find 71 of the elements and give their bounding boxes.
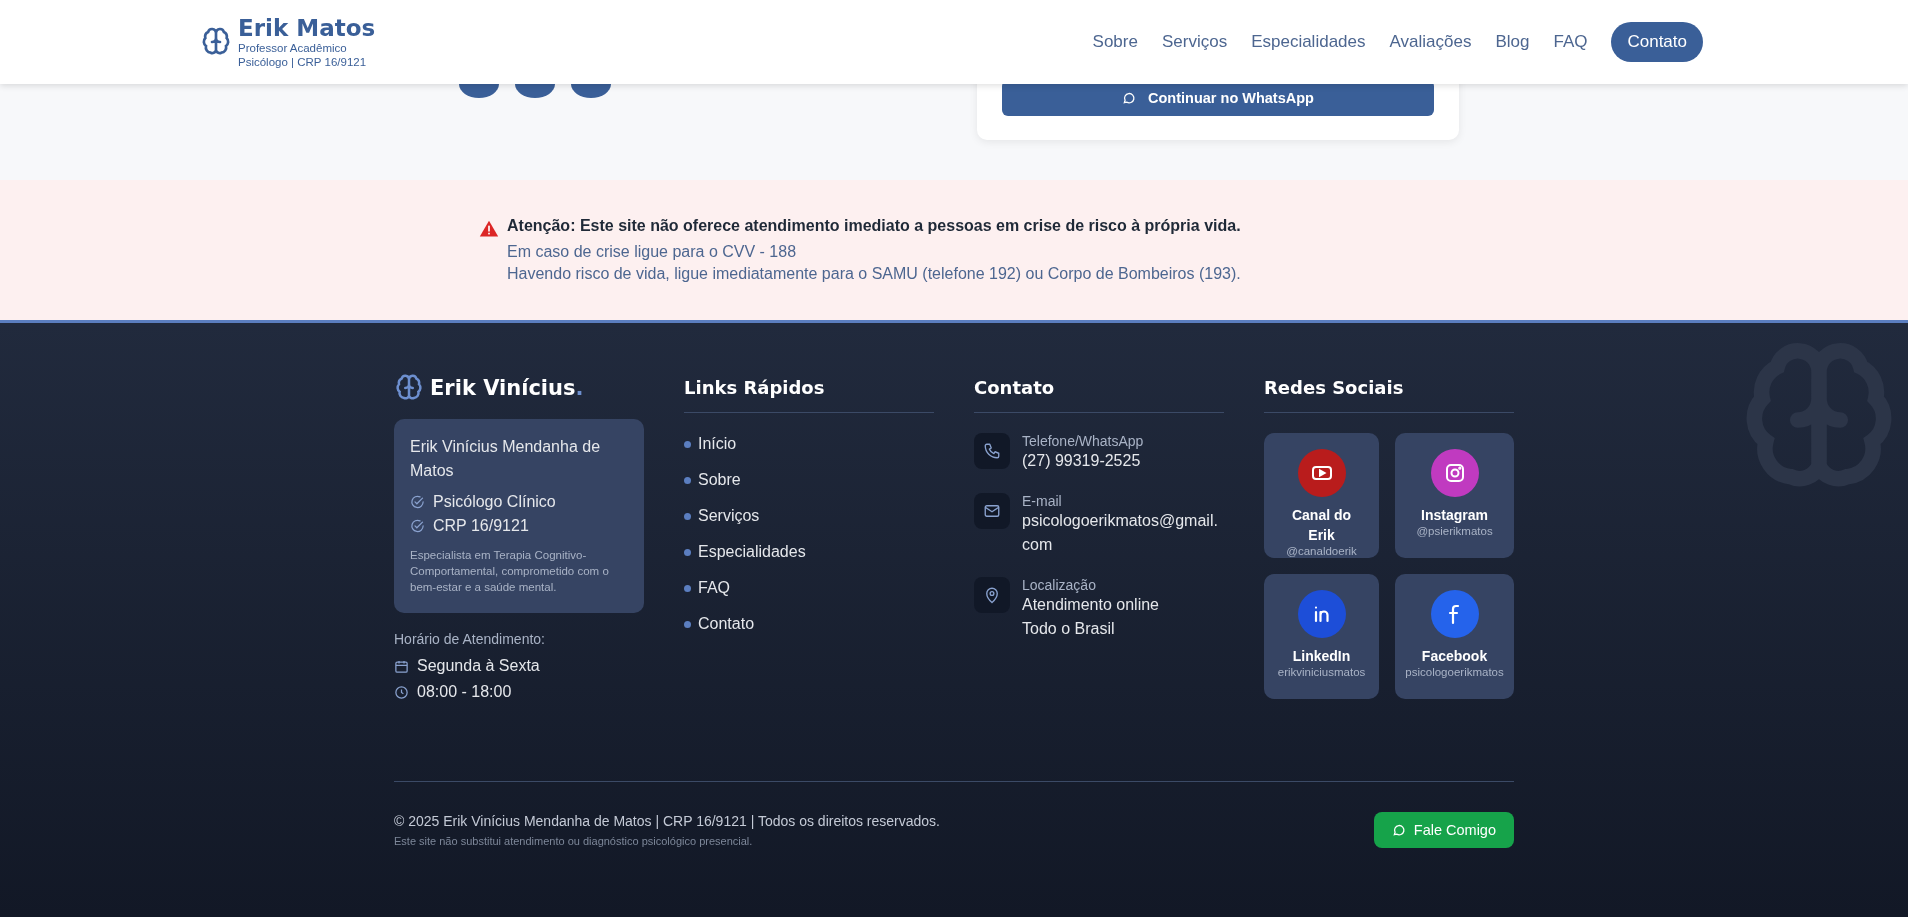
- nav-link[interactable]: FAQ: [1553, 32, 1588, 52]
- social-name: Instagram: [1420, 506, 1489, 525]
- warning-icon: [479, 219, 499, 239]
- footer-link[interactable]: Especialidades: [698, 543, 806, 561]
- social-handle: @canaldoerik: [1286, 545, 1357, 557]
- footer-link[interactable]: FAQ: [698, 579, 730, 597]
- bullet-icon: [684, 584, 691, 592]
- social-handle: erikviniciusmatos: [1277, 666, 1366, 678]
- bullet-icon: [684, 512, 691, 520]
- bullet-icon: [684, 620, 691, 628]
- social-card[interactable]: LinkedIn erikviniciusmatos: [1264, 574, 1380, 699]
- bullet-icon: [684, 440, 691, 448]
- profile-credential: Psicólogo Clínico: [433, 493, 556, 511]
- column-heading: Links Rápidos: [684, 377, 934, 413]
- footer-link[interactable]: Sobre: [698, 471, 741, 489]
- nav-link[interactable]: Sobre: [1092, 32, 1138, 52]
- nav-link[interactable]: Blog: [1495, 32, 1530, 52]
- alert-text: Havendo risco de vida, ligue imediatamente para o SAMU (telefone 192) ou Corpo de Bombeiros (193).: [507, 265, 1241, 283]
- bullet-icon: [684, 476, 691, 484]
- social-name: Facebook: [1420, 647, 1489, 666]
- social-icon-button[interactable]: [571, 84, 611, 98]
- map-pin-icon: [983, 586, 1001, 604]
- social-handle: psicologoerikmatos: [1405, 666, 1504, 678]
- bullet-icon: [684, 548, 691, 556]
- social-handle: @psierikmatos: [1416, 525, 1493, 537]
- check-circle-icon: [410, 494, 425, 510]
- brand-name[interactable]: Erik Matos: [238, 15, 376, 41]
- column-heading: Contato: [974, 377, 1224, 413]
- social-card[interactable]: Instagram @psierikmatos: [1395, 433, 1514, 558]
- social-name: Canal do Erik: [1290, 506, 1353, 545]
- profile-credential: CRP 16/9121: [433, 517, 529, 535]
- contact-value: Atendimento online: [1022, 595, 1159, 615]
- contact-value: (27) 99319-2525: [1022, 451, 1142, 471]
- contact-label: Localização: [1022, 577, 1097, 593]
- social-icon-button[interactable]: [515, 84, 555, 98]
- hours-label: Horário de Atendimento:: [394, 631, 546, 647]
- contact-label: E-mail: [1022, 493, 1063, 509]
- social-icon-button[interactable]: [459, 84, 499, 98]
- nav-link[interactable]: Especialidades: [1251, 32, 1366, 52]
- contact-label: Telefone/WhatsApp: [1022, 433, 1144, 449]
- footer-brand-name: Erik Vinícius.: [430, 376, 584, 400]
- social-name: LinkedIn: [1291, 647, 1352, 666]
- social-card[interactable]: Canal do Erik @canaldoerik: [1264, 433, 1380, 558]
- chat-bubble-icon: [1122, 91, 1137, 105]
- brand-subtitle: Professor Acadêmico: [238, 41, 348, 55]
- brand-subtitle: Psicólogo | CRP 16/9121: [238, 55, 368, 69]
- footer-link[interactable]: Contato: [698, 615, 755, 633]
- contact-value: psicologoerikmatos@gmail.com: [1022, 511, 1219, 555]
- clock-icon: [394, 684, 409, 700]
- chat-bubble-icon: [1391, 823, 1406, 837]
- nav-link[interactable]: Avaliações: [1389, 32, 1472, 52]
- disclaimer-text: Este site não substitui atendimento ou diagnóstico psicológico presencial.: [394, 835, 754, 847]
- contact-button[interactable]: Contato: [1611, 22, 1703, 62]
- phone-icon: [983, 442, 1001, 460]
- footer-link[interactable]: Serviços: [698, 507, 760, 525]
- contact-value: Todo o Brasil: [1022, 619, 1116, 639]
- social-card[interactable]: Facebook psicologoerikmatos: [1395, 574, 1514, 699]
- column-heading: Redes Sociais: [1264, 377, 1514, 413]
- alert-title: Atenção: Este site não oferece atendimento imediato a pessoas em crise de risco à própria vida.: [507, 217, 1241, 235]
- calendar-icon: [394, 658, 409, 674]
- hours-text: 08:00 - 18:00: [417, 683, 512, 701]
- hours-text: Segunda à Sexta: [417, 657, 540, 675]
- nav-link[interactable]: Serviços: [1161, 32, 1228, 52]
- profile-description: Especialista em Terapia Cognitivo-Comportamental, comprometido com o bem-estar e a saúde mental.: [410, 548, 610, 595]
- profile-name: Erik Vinícius Mendanha de Matos: [410, 437, 602, 481]
- alert-text: Em caso de crise ligue para o CVV - 188: [507, 243, 798, 261]
- envelope-icon: [983, 502, 1001, 520]
- brain-logo-icon: [394, 373, 424, 403]
- footer-link[interactable]: Início: [698, 435, 737, 453]
- copyright-text: © 2025 Erik Vinícius Mendanha de Matos | CRP 16/9121 | Todos os direitos reservados.: [394, 813, 940, 829]
- check-circle-icon: [410, 518, 425, 534]
